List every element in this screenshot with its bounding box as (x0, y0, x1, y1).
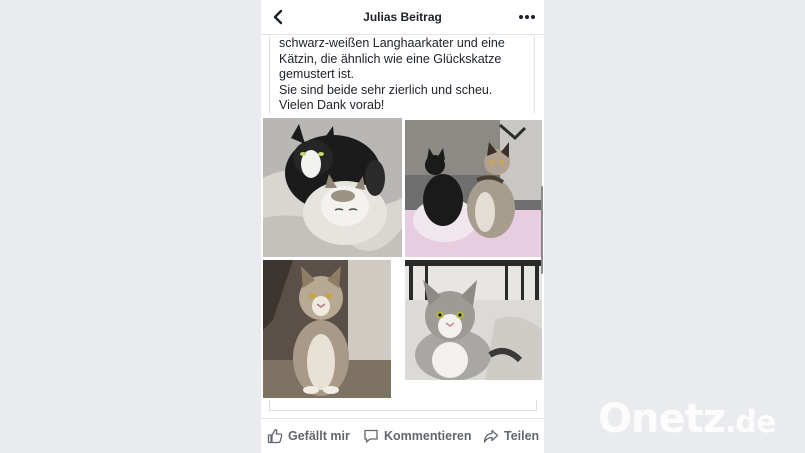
post-text-line: Kätzin, die ähnlich wie eine Glückskatze (279, 51, 502, 66)
comment-button[interactable]: Kommentieren (363, 427, 472, 445)
post-text-line: Sie sind beide sehr zierlich und scheu. (279, 82, 493, 97)
like-label: Gefällt mir (288, 429, 350, 443)
comment-box[interactable] (269, 400, 537, 411)
share-icon (483, 429, 499, 443)
post-text-line: schwarz-weißen Langhaarkater und eine (279, 36, 505, 50)
share-button[interactable]: Teilen (483, 427, 539, 445)
action-bar: Gefällt mir Kommentieren Teilen (261, 418, 544, 453)
more-horizontal-icon[interactable] (518, 9, 536, 25)
comment-label: Kommentieren (384, 429, 472, 443)
comment-icon (364, 429, 378, 443)
mobile-screen: Julias Beitrag schwarz-weißen Langhaarka… (261, 0, 544, 453)
share-label: Teilen (504, 429, 540, 443)
cat-photo-2[interactable] (405, 120, 542, 257)
cat-photo-3[interactable] (263, 260, 391, 398)
brand-watermark: Onetz.de (598, 396, 776, 442)
cat-photo-4[interactable] (405, 260, 542, 380)
scrollbar[interactable] (541, 186, 543, 274)
watermark-brand: Onetz (598, 396, 726, 442)
like-button[interactable]: Gefällt mir (267, 427, 350, 445)
cat-photo-1[interactable] (263, 118, 402, 257)
post-text: schwarz-weißen Langhaarkater und eine Kä… (269, 36, 535, 114)
post-text-line: Vielen Dank vorab! (279, 98, 385, 112)
post-text-line: gemustert ist. (279, 67, 355, 81)
thumbs-up-icon (267, 428, 283, 444)
photo-grid (261, 118, 544, 402)
top-bar: Julias Beitrag (261, 0, 544, 35)
watermark-tld: .de (725, 405, 776, 440)
page-title: Julias Beitrag (363, 10, 442, 24)
